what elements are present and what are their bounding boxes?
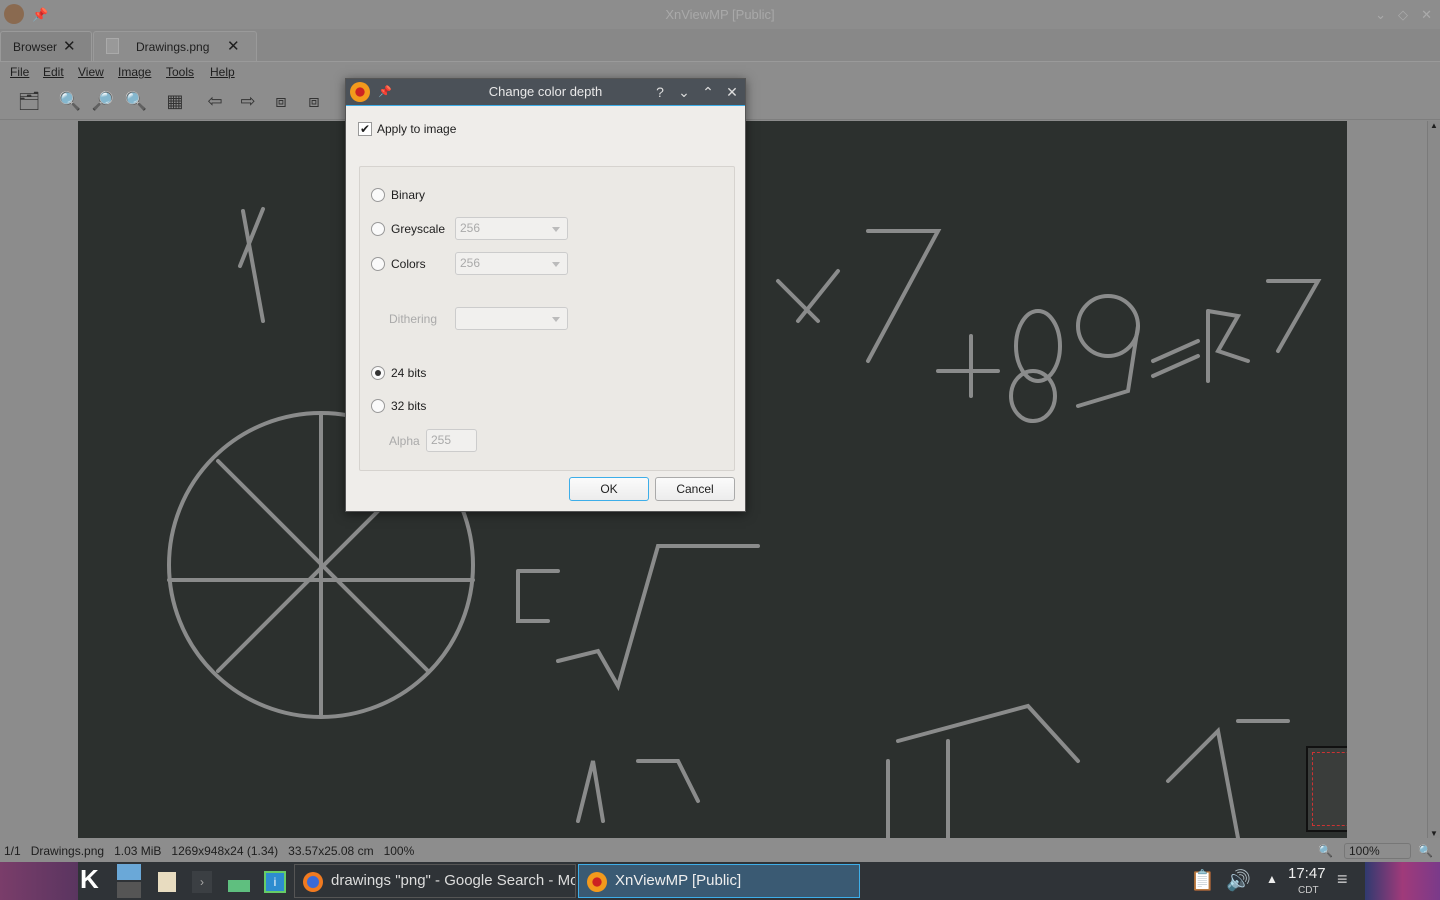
help-button[interactable]: ?	[650, 79, 670, 105]
taskbar: K › i drawings "png" - Google Search - M…	[0, 862, 1440, 900]
greyscale-label[interactable]: Greyscale	[391, 222, 445, 236]
greyscale-value: 256	[460, 221, 481, 235]
next-arrow-icon[interactable]: ⇨	[236, 90, 260, 112]
colors-label[interactable]: Colors	[391, 257, 426, 271]
grid-icon[interactable]: ▦	[163, 90, 187, 112]
status-index: 1/1	[4, 844, 21, 858]
menu-view[interactable]: View	[78, 65, 104, 79]
menu-icon[interactable]: ≡	[1337, 869, 1348, 890]
firefox-icon	[303, 872, 323, 892]
binary-label[interactable]: Binary	[391, 188, 425, 202]
menu-edit[interactable]: Edit	[43, 65, 64, 79]
binary-radio[interactable]	[371, 188, 385, 202]
pin-icon[interactable]: 📌	[32, 0, 48, 29]
status-file: Drawings.png	[30, 844, 105, 858]
status-zoom: 100%	[383, 844, 415, 858]
close-tab-icon[interactable]: ✕	[227, 32, 240, 62]
24-bits-label[interactable]: 24 bits	[391, 366, 426, 380]
tab-label: Browser	[13, 40, 58, 54]
zoom-out-icon[interactable]: 🔍	[1418, 840, 1433, 862]
menu-file[interactable]: File	[10, 65, 29, 79]
close-window-button[interactable]: ✕	[1421, 0, 1432, 29]
maximize-button[interactable]: ⌃	[698, 79, 718, 105]
virtual-desktop-pager[interactable]	[117, 864, 141, 898]
menu-help[interactable]: Help	[210, 65, 235, 79]
status-bar: 1/1 Drawings.png 1.03 MiB 1269x948x24 (1.34…	[0, 840, 1440, 862]
tab-bar: Browser ✕ Drawings.png ✕	[0, 29, 1440, 61]
tray-expand-icon[interactable]: ▲	[1266, 872, 1278, 886]
zoom-out-icon[interactable]: 🔍	[124, 90, 148, 112]
app-logo-icon	[4, 4, 24, 24]
task-label: drawings "png" - Google Search - Mozilla…	[331, 872, 575, 889]
greyscale-select[interactable]: 256	[455, 217, 568, 240]
folder-tree-icon[interactable]: 🗂	[17, 90, 41, 112]
apply-to-image-label[interactable]: Apply to image	[377, 122, 456, 136]
xnview-icon	[587, 872, 607, 892]
alpha-spinbox[interactable]: 255	[426, 429, 477, 452]
colors-radio[interactable]	[371, 257, 385, 271]
apply-to-image-checkbox[interactable]: ✔	[358, 122, 372, 136]
close-tab-icon[interactable]: ✕	[63, 32, 76, 62]
dialog-titlebar: 📌 Change color depth ? ⌄ ⌃ ✕	[346, 79, 745, 106]
kde-launcher-icon[interactable]: K	[80, 864, 99, 895]
window-title: XnViewMP [Public]	[665, 7, 775, 22]
app-logo-icon	[350, 82, 370, 102]
vertical-scrollbar[interactable]: ▲ ▼	[1427, 121, 1440, 838]
24-bits-radio[interactable]	[371, 366, 385, 380]
alpha-value: 255	[431, 433, 452, 447]
close-button[interactable]: ✕	[722, 79, 742, 105]
colors-value: 256	[460, 256, 481, 270]
maximize-button[interactable]: ◇	[1398, 0, 1408, 29]
window-titlebar: 📌 XnViewMP [Public] ⌄ ◇ ✕	[0, 0, 1440, 29]
info-center-icon[interactable]: i	[264, 871, 286, 893]
zoom-value: 100%	[1349, 844, 1380, 858]
status-dims: 1269x948x24 (1.34)	[171, 844, 279, 858]
ok-button[interactable]: OK	[569, 477, 649, 501]
clock-timezone: CDT	[1298, 885, 1319, 896]
task-firefox[interactable]: drawings "png" - Google Search - Mozilla…	[294, 864, 576, 898]
colors-select[interactable]: 256	[455, 252, 568, 275]
dialog-title: Change color depth	[488, 84, 603, 99]
menu-tools[interactable]: Tools	[166, 65, 194, 79]
dithering-select[interactable]	[455, 307, 568, 330]
volume-icon[interactable]: 🔊	[1226, 868, 1251, 893]
zoom-spinbox[interactable]: 100%	[1344, 843, 1411, 859]
alpha-label: Alpha	[389, 434, 420, 448]
zoom-in-icon[interactable]: 🔍	[1318, 840, 1333, 862]
notes-icon[interactable]	[158, 872, 176, 892]
tab-browser[interactable]: Browser ✕	[0, 31, 92, 61]
status-physical: 33.57x25.08 cm	[288, 844, 374, 858]
clipboard-icon[interactable]: 📋	[1190, 868, 1215, 893]
terminal-icon[interactable]: ›	[192, 871, 212, 893]
menu-image[interactable]: Image	[118, 65, 151, 79]
task-label: XnViewMP [Public]	[615, 872, 742, 889]
zoom-actual-icon[interactable]: 🔎	[91, 90, 115, 112]
pin-icon[interactable]: 📌	[378, 79, 392, 105]
change-color-depth-dialog: 📌 Change color depth ? ⌄ ⌃ ✕ ✔ Apply to …	[345, 78, 746, 512]
greyscale-radio[interactable]	[371, 222, 385, 236]
minimize-button[interactable]: ⌄	[1375, 0, 1386, 29]
task-xnview[interactable]: XnViewMP [Public]	[578, 864, 860, 898]
status-size: 1.03 MiB	[114, 844, 162, 858]
cancel-button[interactable]: Cancel	[655, 477, 735, 501]
navigator-thumbnail[interactable]	[1306, 746, 1347, 832]
first-page-icon[interactable]: ⧈	[269, 90, 293, 112]
clock-time[interactable]: 17:47	[1288, 865, 1326, 882]
previous-arrow-icon[interactable]: ⇦	[203, 90, 227, 112]
zoom-in-icon[interactable]: 🔍	[58, 90, 82, 112]
system-monitor-icon[interactable]	[228, 872, 250, 892]
dithering-label: Dithering	[389, 312, 438, 326]
last-page-icon[interactable]: ⧈	[302, 90, 326, 112]
minimize-button[interactable]: ⌄	[674, 79, 694, 105]
tab-drawings[interactable]: Drawings.png ✕	[93, 31, 257, 61]
32-bits-radio[interactable]	[371, 399, 385, 413]
file-icon	[106, 38, 119, 54]
32-bits-label[interactable]: 32 bits	[391, 399, 426, 413]
tab-label: Drawings.png	[136, 40, 210, 54]
